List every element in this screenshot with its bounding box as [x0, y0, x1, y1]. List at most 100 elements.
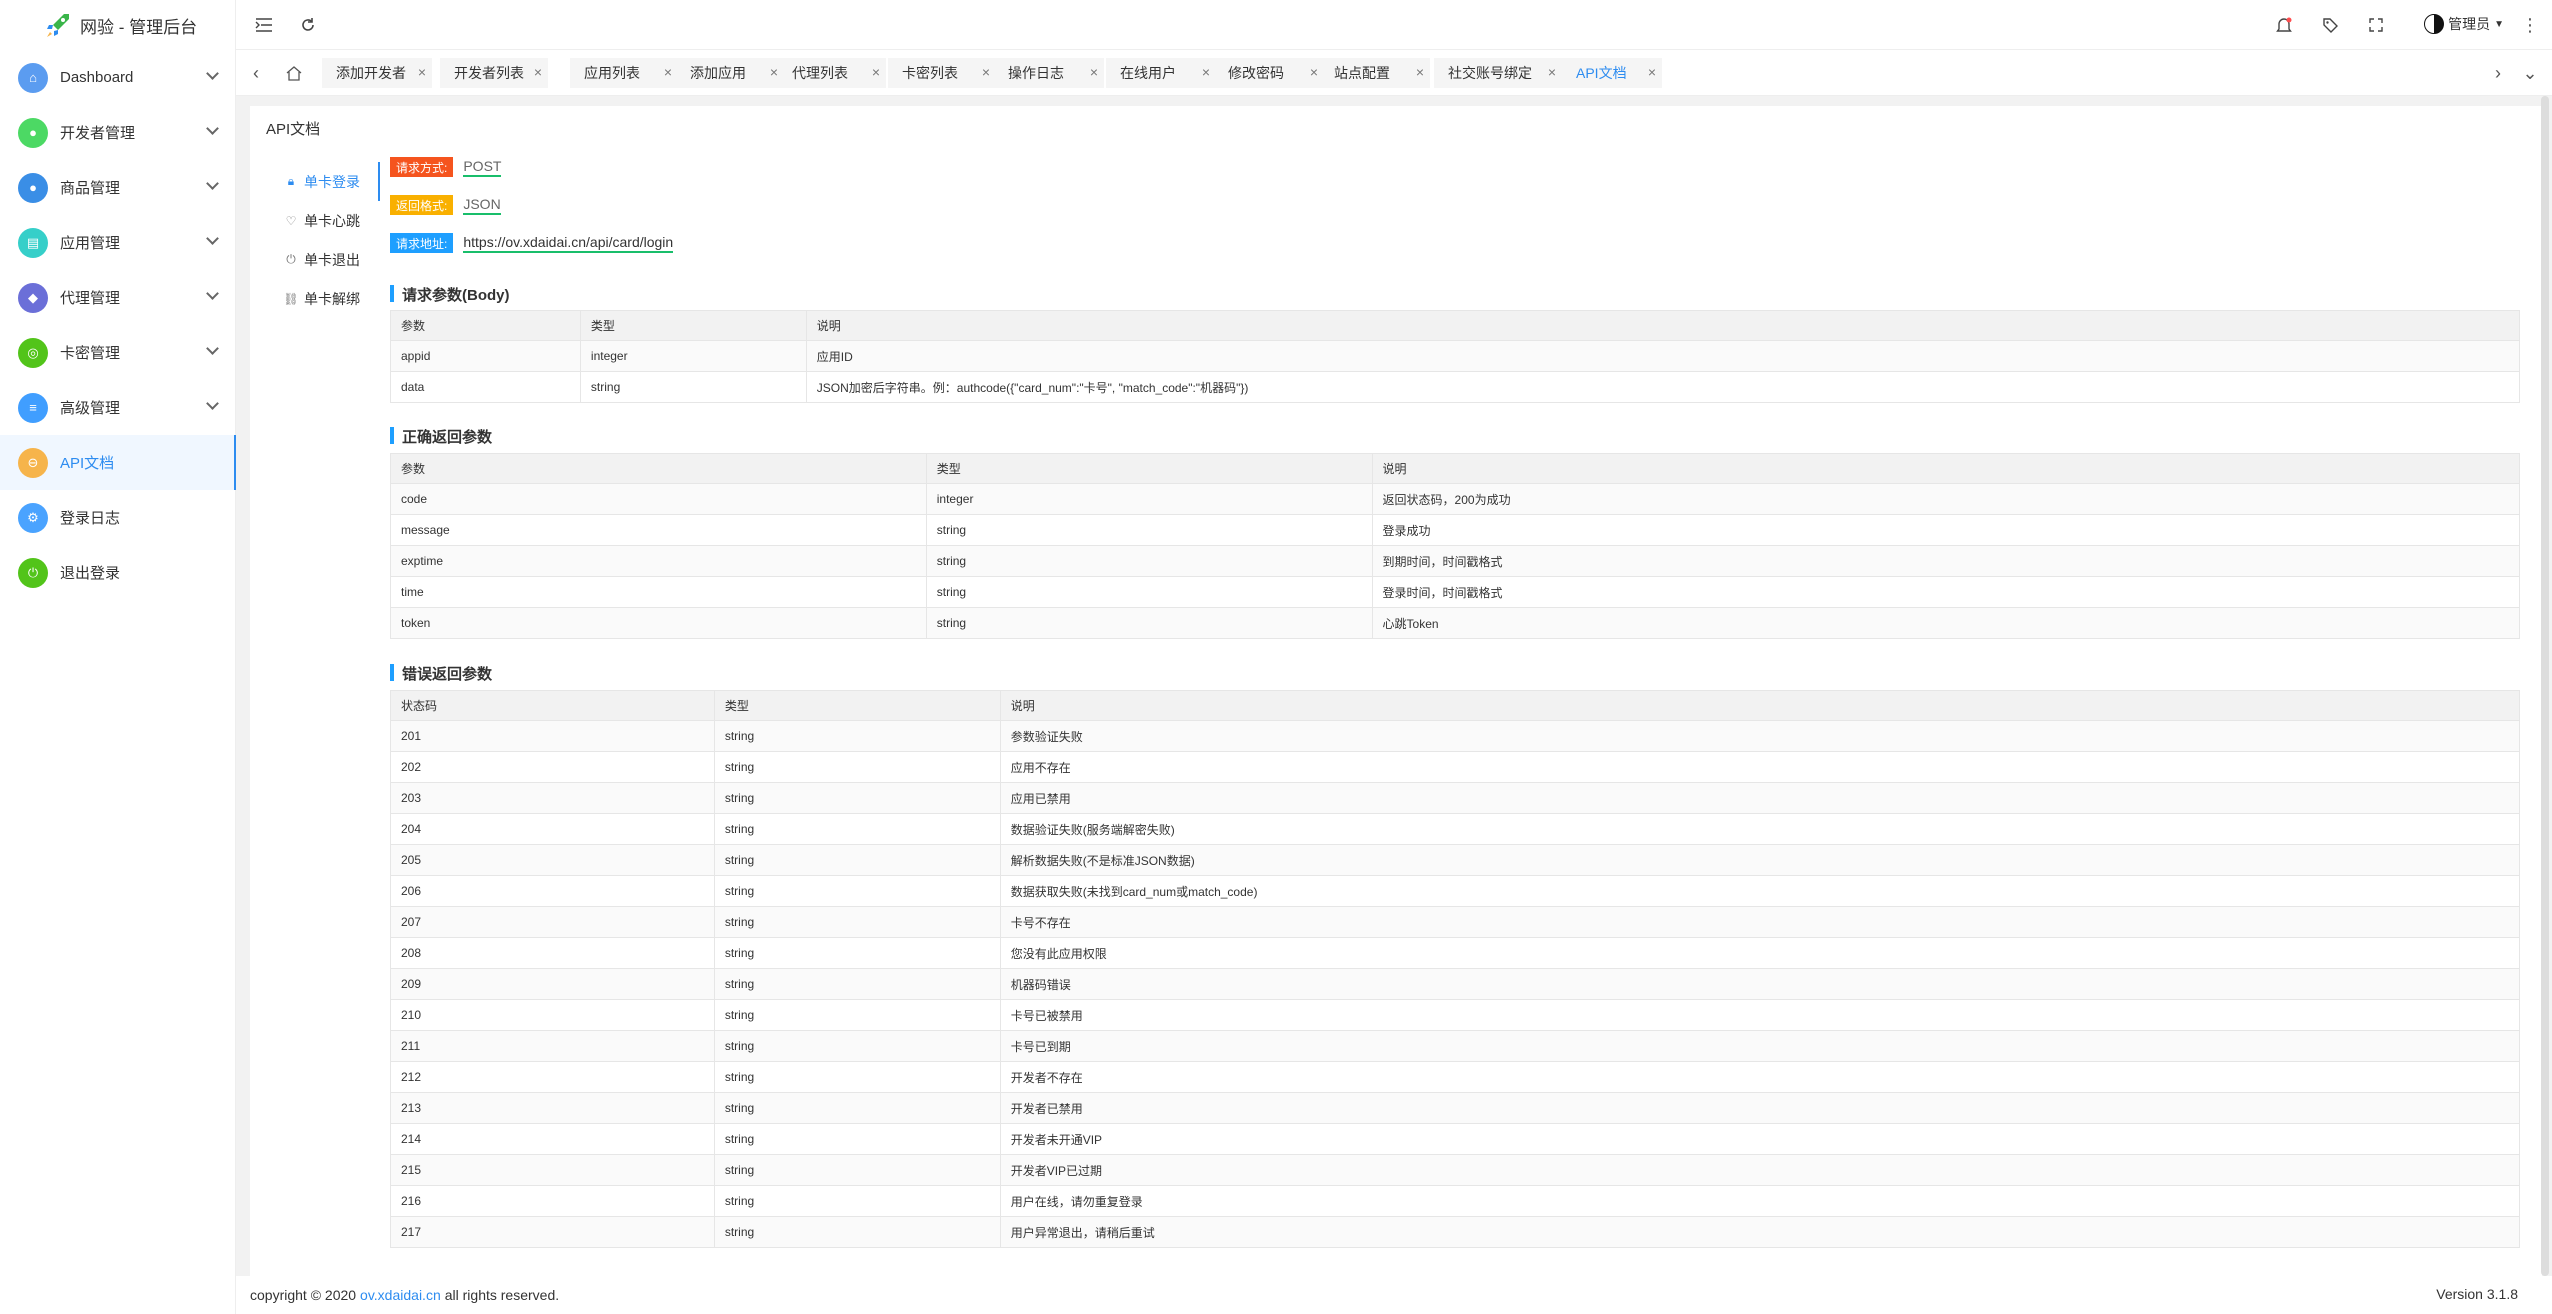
chevron-down-icon[interactable] [206, 397, 219, 410]
sidebar-item-2[interactable]: ● 商品管理 [0, 160, 235, 215]
table-cell: 应用不存在 [999, 751, 2521, 783]
close-icon[interactable]: × [1648, 64, 1656, 80]
close-icon[interactable]: × [1416, 64, 1424, 80]
sidebar-item-label: 商品管理 [60, 180, 121, 197]
table-cell: 209 [390, 968, 715, 1000]
chevron-down-icon[interactable] [206, 122, 219, 135]
close-icon[interactable]: × [534, 64, 542, 80]
close-icon[interactable]: × [1548, 64, 1556, 80]
bell-icon[interactable] [2272, 13, 2296, 37]
close-icon[interactable]: × [872, 64, 880, 80]
close-icon[interactable]: × [1202, 64, 1210, 80]
table-row: data string JSON加密后字符串。例：authcode({"card_n… [390, 371, 2521, 403]
tab-0[interactable]: 添加开发者 × [322, 58, 432, 88]
user-menu[interactable]: 管理员 ▼ [2424, 14, 2504, 34]
column-header: 说明 [805, 310, 2521, 341]
tab-label: 操作日志 [1008, 65, 1064, 81]
tab-10[interactable]: 社交账号绑定 × [1434, 58, 1562, 88]
tab-label: 开发者列表 [454, 65, 524, 81]
sidebar-item-0[interactable]: ⌂ Dashboard [0, 50, 235, 105]
app-logo[interactable]: 网验 - 管理后台 [0, 0, 235, 50]
footer-link[interactable]: ov.xdaidai.cn [360, 1287, 441, 1303]
tab-8[interactable]: 修改密码 × [1214, 58, 1324, 88]
column-header: 参数 [390, 310, 581, 341]
url-value[interactable]: https://ov.xdaidai.cn/api/card/login [463, 233, 674, 253]
sidebar-item-label: 高级管理 [60, 400, 121, 417]
sidebar-item-label: Dashboard [60, 69, 134, 86]
sidebar-item-7[interactable]: ⊖ API文档 [0, 435, 236, 490]
column-header: 状态码 [390, 690, 715, 721]
sidebar-item-6[interactable]: ≡ 高级管理 [0, 380, 235, 435]
close-icon[interactable]: × [418, 64, 426, 80]
table-cell: data [390, 371, 581, 403]
subnav-item-1[interactable]: ♡ 单卡心跳 [274, 201, 394, 240]
close-icon[interactable]: × [664, 64, 672, 80]
table-row: 201 string 参数验证失败 [390, 720, 2521, 752]
sidebar: 网验 - 管理后台 ⌂ Dashboard ● 开发者管理 ● 商品管理 ▤ 应用管理 ◆ 代理管… [0, 0, 236, 1314]
subnav-item-3[interactable]: ⛓ 单卡解绑 [274, 279, 394, 318]
close-icon[interactable]: × [770, 64, 778, 80]
chevron-down-icon[interactable] [206, 287, 219, 300]
close-icon[interactable]: × [982, 64, 990, 80]
subnav-item-2[interactable]: ⏻ 单卡退出 [274, 240, 394, 279]
close-icon[interactable]: × [1310, 64, 1318, 80]
tab-11[interactable]: API文档 × [1562, 58, 1662, 88]
table-row: 217 string 用户异常退出，请稍后重试 [390, 1216, 2521, 1248]
table-row: 207 string 卡号不存在 [390, 906, 2521, 938]
tab-label: 站点配置 [1334, 65, 1390, 81]
menu-toggle-icon[interactable] [252, 13, 276, 37]
tab-6[interactable]: 操作日志 × [994, 58, 1104, 88]
chevron-down-icon[interactable] [206, 342, 219, 355]
table-cell: string [579, 371, 807, 403]
app-icon: ▤ [18, 227, 48, 258]
table-row: 215 string 开发者VIP已过期 [390, 1154, 2521, 1186]
table-cell: string [713, 937, 1001, 969]
chevron-down-icon[interactable] [206, 232, 219, 245]
tab-7[interactable]: 在线用户 × [1106, 58, 1216, 88]
refresh-icon[interactable] [296, 13, 320, 37]
tab-9[interactable]: 站点配置 × [1320, 58, 1430, 88]
sidebar-item-1[interactable]: ● 开发者管理 [0, 105, 235, 160]
table-row: 205 string 解析数据失败(不是标准JSON数据) [390, 844, 2521, 876]
table-row: 206 string 数据获取失败(未找到card_num或match_code) [390, 875, 2521, 907]
chevron-down-icon[interactable] [206, 67, 219, 80]
close-icon[interactable]: × [1090, 64, 1098, 80]
sidebar-item-label: 退出登录 [60, 565, 121, 582]
sidebar-item-5[interactable]: ◎ 卡密管理 [0, 325, 235, 380]
tag-icon[interactable] [2318, 13, 2342, 37]
sidebar-item-4[interactable]: ◆ 代理管理 [0, 270, 235, 325]
sidebar-item-3[interactable]: ▤ 应用管理 [0, 215, 235, 270]
sidebar-item-8[interactable]: ⚙ 登录日志 [0, 490, 235, 545]
table-cell: 210 [390, 999, 715, 1031]
tab-label: 代理列表 [792, 65, 848, 81]
subnav-item-0[interactable]: 🔒︎ 单卡登录 [274, 162, 394, 201]
footer: copyright © 2020 ov.xdaidai.cn all right… [236, 1276, 2552, 1314]
more-vertical-icon[interactable]: ⋮ [2518, 13, 2542, 37]
table-cell: 到期时间，时间戳格式 [1371, 545, 2521, 577]
scrollbar[interactable] [2540, 96, 2550, 1276]
home-tab-icon[interactable] [282, 61, 306, 85]
table-row: 214 string 开发者未开通VIP [390, 1123, 2521, 1155]
sidebar-item-9[interactable]: ⏻ 退出登录 [0, 545, 235, 600]
table-row: token string 心跳Token [390, 607, 2521, 639]
scrollbar-thumb[interactable] [2541, 96, 2549, 1276]
tab-1[interactable]: 开发者列表 × [440, 58, 548, 88]
sidebar-menu: ⌂ Dashboard ● 开发者管理 ● 商品管理 ▤ 应用管理 ◆ 代理管理 ◎ 卡密管理 ≡ 高级管… [0, 50, 236, 600]
tab-2[interactable]: 应用列表 × [570, 58, 678, 88]
tab-label: 卡密列表 [902, 65, 958, 81]
fullscreen-icon[interactable] [2364, 13, 2388, 37]
table-cell: time [390, 576, 927, 608]
tabs-next-icon[interactable]: › [2486, 61, 2510, 85]
tab-label: 在线用户 [1120, 65, 1176, 81]
chevron-down-icon[interactable] [206, 177, 219, 190]
sliders-icon: ≡ [18, 392, 48, 423]
tabs-prev-icon[interactable]: ‹ [244, 61, 268, 85]
tabs-dropdown-icon[interactable]: ⌄ [2518, 61, 2542, 85]
tab-4[interactable]: 代理列表 × [778, 58, 886, 88]
rocket-logo-icon [47, 14, 69, 37]
tab-3[interactable]: 添加应用 × [676, 58, 784, 88]
table-cell: 您没有此应用权限 [999, 937, 2521, 969]
table-cell: 214 [390, 1123, 715, 1155]
error-codes-table: 状态码 类型 说明 201 string 参数验证失败 202 string 应用不存在 203 s… [390, 690, 2521, 1248]
tab-5[interactable]: 卡密列表 × [888, 58, 996, 88]
